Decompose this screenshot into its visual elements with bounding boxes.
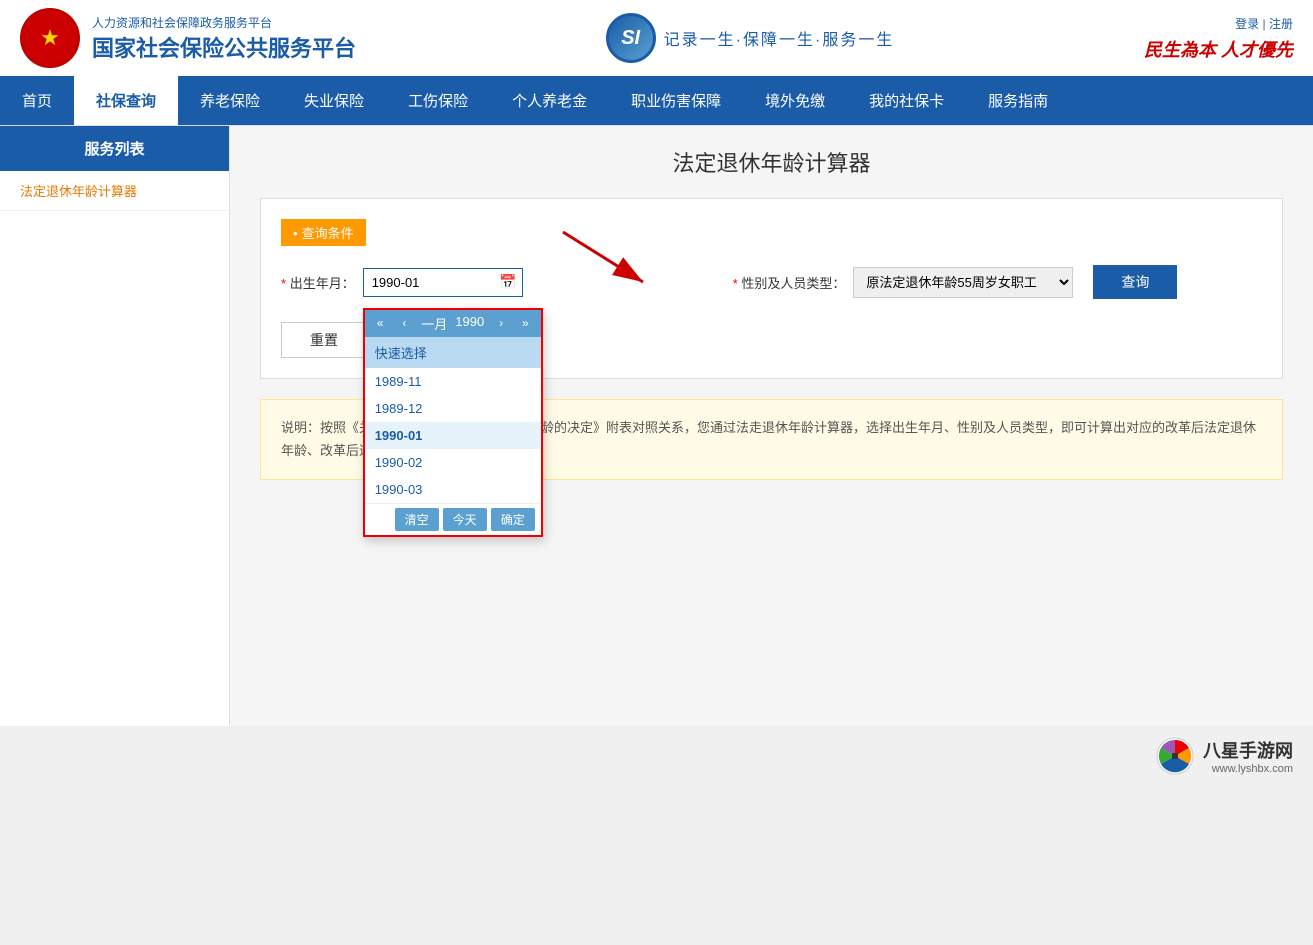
- footer: 八星手游网 www.lyshbx.com: [0, 726, 1313, 786]
- nav-shebaocard[interactable]: 我的社保卡: [847, 76, 966, 125]
- header-center: SI 记录一生·保障一生·服务一生: [606, 13, 895, 63]
- dp-option-3[interactable]: 1990-02: [365, 449, 541, 476]
- right-slogan: 民生為本 人才優先: [1144, 36, 1293, 62]
- nav: 首页 社保查询 养老保险 失业保险 工伤保险 个人养老金 职业伤害保障 境外免缴…: [0, 76, 1313, 125]
- footer-url: www.lyshbx.com: [1203, 763, 1293, 775]
- nav-jingwai[interactable]: 境外免缴: [743, 76, 847, 125]
- reset-button[interactable]: 重置: [281, 322, 367, 358]
- dp-year: 1990: [455, 314, 484, 333]
- header-left: ★ 人力资源和社会保障政务服务平台 国家社会保险公共服务平台: [20, 8, 356, 68]
- arrow-svg: [553, 222, 673, 302]
- nav-fuwu[interactable]: 服务指南: [966, 76, 1070, 125]
- page-title: 法定退休年龄计算器: [260, 146, 1283, 178]
- sidebar-header: 服务列表: [0, 126, 229, 171]
- content: 法定退休年龄计算器 查询条件 * 出生年月： 📅: [230, 126, 1313, 726]
- dp-prev-month-btn[interactable]: ‹: [398, 314, 410, 332]
- nav-shebao[interactable]: 社保查询: [74, 76, 178, 125]
- calendar-icon[interactable]: 📅: [499, 274, 516, 291]
- si-icon: SI: [606, 13, 656, 63]
- gender-field-group: * 性别及人员类型： 原法定退休年龄55周岁女职工 原法定退休年龄60周岁男职工…: [733, 267, 1074, 298]
- dp-next-year-btn[interactable]: »: [518, 314, 533, 332]
- nav-home[interactable]: 首页: [0, 76, 74, 125]
- dp-header: « ‹ 一月 1990 › »: [365, 310, 541, 337]
- dp-option-4[interactable]: 1990-03: [365, 476, 541, 503]
- dp-today-btn[interactable]: 今天: [443, 508, 487, 531]
- dp-confirm-btn[interactable]: 确定: [491, 508, 535, 531]
- gender-label: * 性别及人员类型：: [733, 273, 846, 292]
- footer-logo: 八星手游网 www.lyshbx.com: [20, 736, 1293, 776]
- logo-badge: ★: [20, 8, 80, 68]
- dp-clear-btn[interactable]: 清空: [395, 508, 439, 531]
- dp-footer: 清空 今天 确定: [365, 503, 541, 535]
- query-section: 查询条件 * 出生年月： 📅 «: [260, 198, 1283, 379]
- date-picker-dropdown: « ‹ 一月 1990 › » 快速选择 1989-11: [363, 308, 543, 537]
- center-slogan: 记录一生·保障一生·服务一生: [664, 26, 895, 50]
- dp-option-2[interactable]: 1990-01: [365, 422, 541, 449]
- birth-label: * 出生年月：: [281, 273, 355, 292]
- nav-gongshang[interactable]: 工伤保险: [386, 76, 490, 125]
- dp-month-year: 一月 1990: [421, 314, 484, 333]
- dp-quick-select[interactable]: 快速选择: [365, 337, 541, 368]
- nav-yanglao[interactable]: 养老保险: [178, 76, 282, 125]
- site-subtitle: 人力资源和社会保障政务服务平台: [92, 14, 356, 31]
- center-logo: SI 记录一生·保障一生·服务一生: [606, 13, 895, 63]
- nav-shiye[interactable]: 失业保险: [282, 76, 386, 125]
- header-top: ★ 人力资源和社会保障政务服务平台 国家社会保险公共服务平台 SI 记录一生·保…: [0, 0, 1313, 76]
- footer-site-name: 八星手游网: [1203, 737, 1293, 763]
- main-wrap: 服务列表 法定退休年龄计算器 法定退休年龄计算器 查询条件 * 出生年月： 📅: [0, 126, 1313, 726]
- dp-option-0[interactable]: 1989-11: [365, 368, 541, 395]
- login-links: 登录 | 注册: [1235, 15, 1293, 32]
- footer-logo-svg: [1155, 736, 1195, 776]
- login-link[interactable]: 登录: [1235, 17, 1259, 31]
- nav-gerenyanglao[interactable]: 个人养老金: [490, 76, 609, 125]
- register-link[interactable]: 注册: [1269, 17, 1293, 31]
- dp-month: 一月: [421, 314, 447, 333]
- required-star-gender: *: [733, 276, 738, 291]
- header: ★ 人力资源和社会保障政务服务平台 国家社会保险公共服务平台 SI 记录一生·保…: [0, 0, 1313, 126]
- gender-select[interactable]: 原法定退休年龄55周岁女职工 原法定退休年龄60周岁男职工 原法定退休年龄50周…: [853, 267, 1073, 298]
- query-button[interactable]: 查询: [1093, 265, 1177, 299]
- dp-prev-year-btn[interactable]: «: [373, 314, 388, 332]
- dp-option-1[interactable]: 1989-12: [365, 395, 541, 422]
- header-right: 登录 | 注册 民生為本 人才優先: [1144, 15, 1293, 62]
- required-star-birth: *: [281, 276, 286, 291]
- sidebar: 服务列表 法定退休年龄计算器: [0, 126, 230, 726]
- site-title: 国家社会保险公共服务平台: [92, 31, 356, 63]
- arrow-annotation: [553, 222, 673, 302]
- query-condition-label: 查询条件: [281, 219, 366, 246]
- sidebar-item-calculator[interactable]: 法定退休年龄计算器: [0, 171, 229, 211]
- logo-icon: ★: [40, 25, 60, 51]
- date-input-wrap: 📅 « ‹ 一月 1990 › »: [363, 268, 523, 297]
- query-row: * 出生年月： 📅 « ‹ 一月: [281, 262, 1262, 358]
- nav-zhiye[interactable]: 职业伤害保障: [609, 76, 743, 125]
- site-title-block: 人力资源和社会保障政务服务平台 国家社会保险公共服务平台: [92, 14, 356, 63]
- birth-field-group: * 出生年月： 📅 « ‹ 一月: [281, 268, 523, 297]
- dp-next-month-btn[interactable]: ›: [495, 314, 507, 332]
